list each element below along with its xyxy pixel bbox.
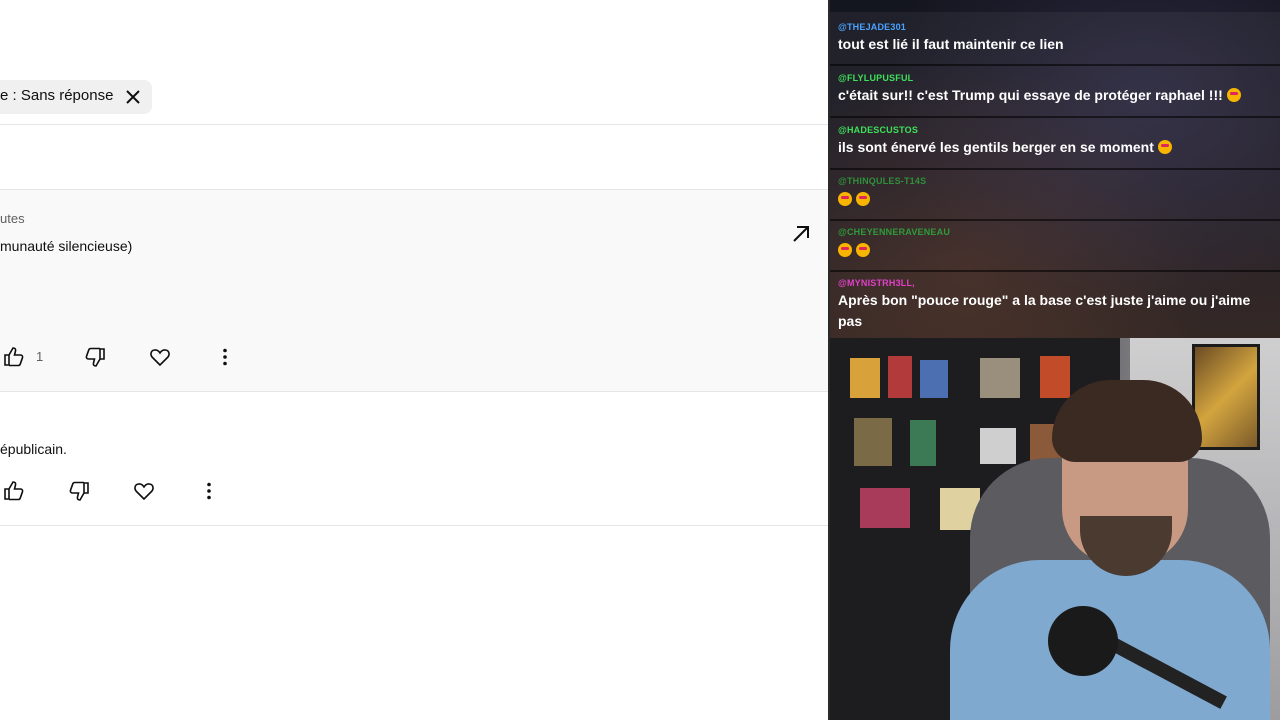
chat-message: @CHEYENNERAVENEAU <box>830 221 1280 272</box>
wall-poster <box>1192 344 1260 450</box>
chat-overlay: @THEJADE301 tout est lié il faut mainten… <box>830 0 1280 338</box>
chat-text: Après bon "pouce rouge" a la base c'est … <box>838 292 1251 329</box>
youtube-comments-panel: e : Sans réponse utes munauté silencieus… <box>0 0 828 720</box>
dislike-icon[interactable] <box>83 345 107 369</box>
chat-text: ils sont énervé les gentils berger en se… <box>838 137 1268 158</box>
like-icon[interactable] <box>2 479 26 503</box>
open-external-icon[interactable] <box>789 222 813 246</box>
divider <box>0 124 828 125</box>
divider <box>0 525 828 526</box>
comment-text: munauté silencieuse) <box>0 238 133 254</box>
chat-message: @THINQULES-T14S <box>830 170 1280 221</box>
shelf-item <box>850 358 880 398</box>
heart-icon[interactable] <box>132 479 156 503</box>
shelf-item <box>854 418 892 466</box>
close-icon[interactable] <box>124 88 142 106</box>
heart-eyes-emoji <box>838 192 852 206</box>
chat-username: @CHEYENNERAVENEAU <box>838 227 951 237</box>
chat-text <box>838 240 1268 261</box>
shelf-item <box>1040 356 1070 398</box>
chat-text <box>838 189 1268 210</box>
chat-username: @FLYLUPUSFUL <box>838 73 914 83</box>
more-options-icon[interactable] <box>213 345 237 369</box>
more-options-icon[interactable] <box>197 479 221 503</box>
shelf-item <box>910 420 936 466</box>
heart-icon[interactable] <box>148 345 172 369</box>
webcam-feed <box>830 338 1280 720</box>
shelf-item <box>980 358 1020 398</box>
shelf-item <box>980 428 1016 464</box>
heart-eyes-emoji <box>856 192 870 206</box>
chat-text: c'était sur!! c'est Trump qui essaye de … <box>838 85 1268 106</box>
chat-message: @FLYLUPUSFUL c'était sur!! c'est Trump q… <box>830 66 1280 118</box>
like-icon[interactable] <box>2 345 26 369</box>
shelf-item <box>888 356 912 398</box>
chat-message: @MYNISTRH3LL, Après bon "pouce rouge" a … <box>830 272 1280 338</box>
divider <box>0 391 828 392</box>
chat-message: @THEJADE301 tout est lié il faut mainten… <box>830 12 1280 66</box>
like-count: 1 <box>36 349 44 364</box>
chat-username: @MYNISTRH3LL, <box>838 278 915 288</box>
heart-eyes-emoji <box>838 243 852 257</box>
shelf-item <box>920 360 948 398</box>
rofl-emoji <box>1226 88 1241 102</box>
microphone <box>1048 606 1118 676</box>
dislike-icon[interactable] <box>67 479 91 503</box>
chat-text: tout est lié il faut maintenir ce lien <box>838 36 1064 52</box>
chat-username: @THEJADE301 <box>838 22 906 32</box>
heart-eyes-emoji <box>1157 140 1172 154</box>
stream-overlay: @THEJADE301 tout est lié il faut mainten… <box>828 0 1280 720</box>
filter-chip-label: e : Sans réponse <box>0 87 114 104</box>
chat-username: @HADESCUSTOS <box>838 125 919 135</box>
chat-message: @HADESCUSTOS ils sont énervé les gentils… <box>830 118 1280 170</box>
chat-username: @THINQULES-T14S <box>838 176 927 186</box>
heart-eyes-emoji <box>856 243 870 257</box>
comment-text: épublicain. <box>0 441 67 457</box>
shelf-item <box>860 488 910 528</box>
comment-timestamp: utes <box>0 211 25 226</box>
person-hair <box>1052 380 1202 462</box>
comment-highlighted <box>0 190 828 391</box>
